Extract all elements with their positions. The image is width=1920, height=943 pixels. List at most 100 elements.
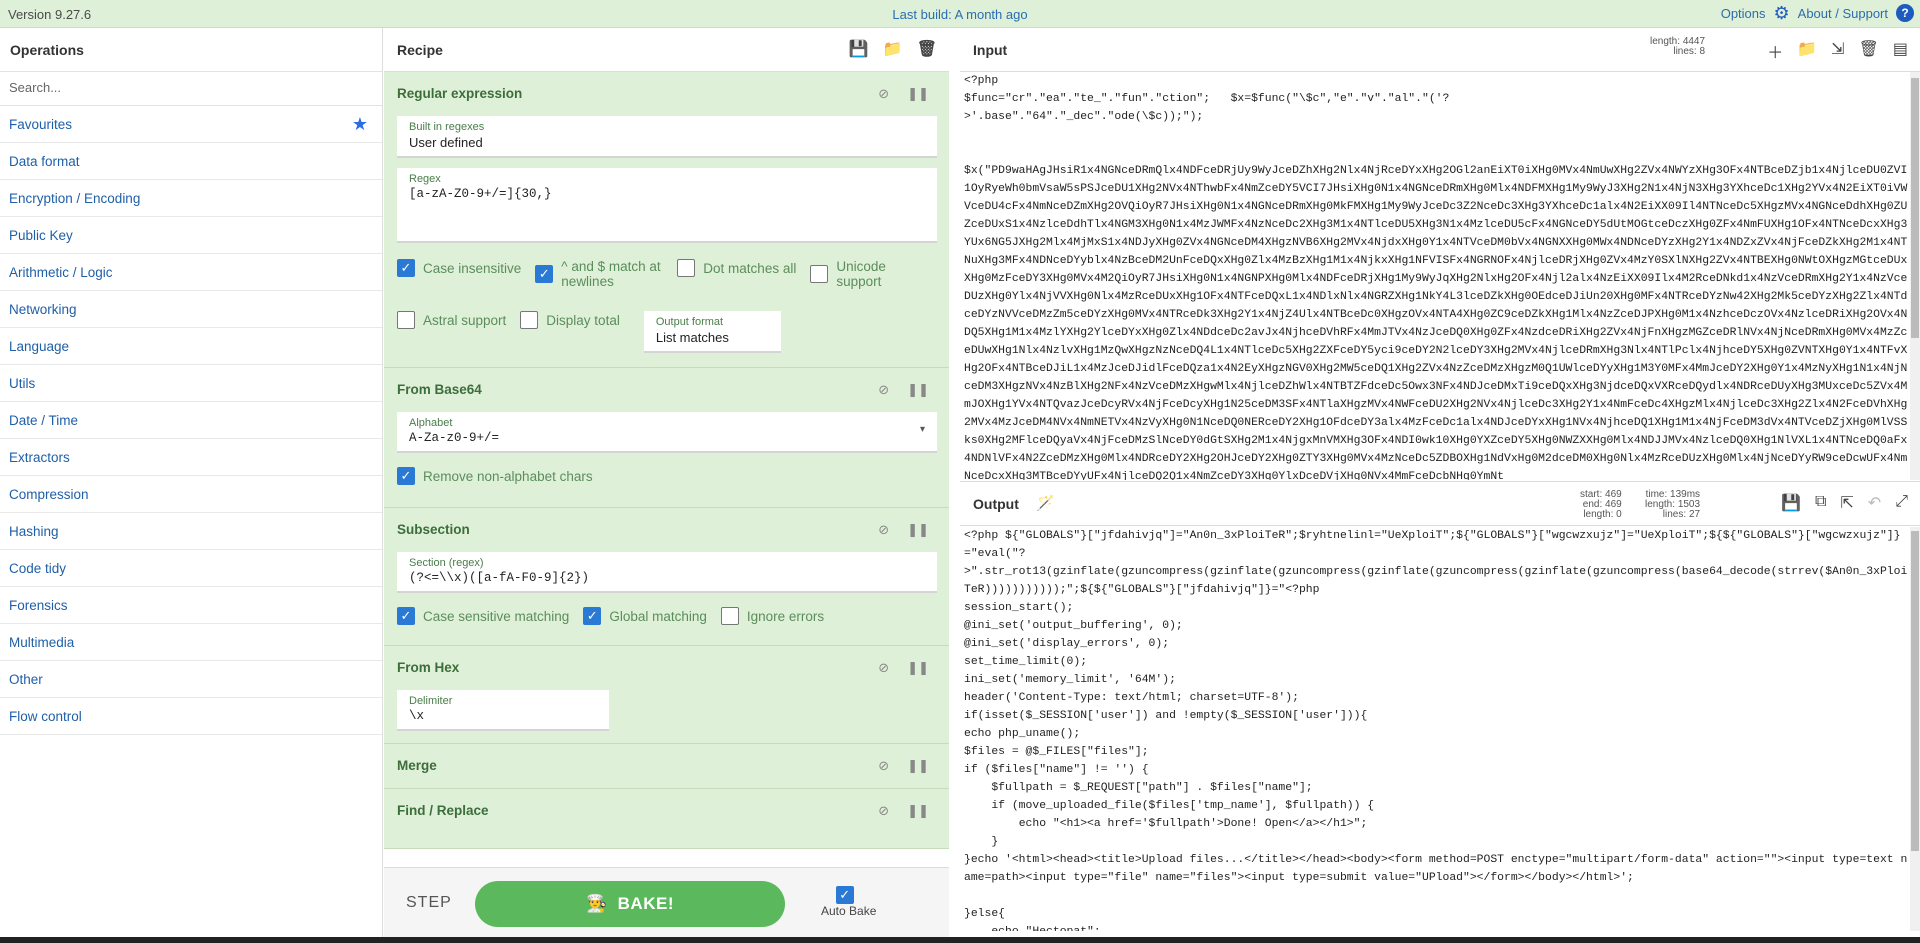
op-from-base64[interactable]: From Base64 ⊘ ❚❚ Alphabet A-Za-z0-9+/= ▾ …	[384, 368, 949, 508]
folder-icon[interactable]: 📁	[1797, 39, 1817, 63]
pause-icon[interactable]: ❚❚	[907, 86, 929, 102]
op-merge[interactable]: Merge ⊘ ❚❚	[384, 744, 949, 789]
checkbox-checked[interactable]: ✓	[397, 607, 415, 625]
builtin-regexes-select[interactable]: Built in regexes User defined	[397, 116, 937, 158]
op-title: Regular expression	[397, 86, 523, 101]
checkbox-checked[interactable]: ✓	[583, 607, 602, 625]
scrollbar-thumb[interactable]	[1911, 531, 1919, 851]
checkbox-row: ✓ Remove non-alphabet chars	[397, 467, 937, 501]
category-utils[interactable]: Utils	[0, 365, 382, 402]
replace-input-icon[interactable]: ⇱	[1840, 493, 1853, 513]
case-sensitive-checkbox[interactable]: ✓ Case sensitive matching	[397, 607, 569, 625]
case-insensitive-checkbox[interactable]: ✓ Case insensitive	[397, 259, 521, 277]
field-label: Regex	[409, 173, 441, 185]
category-flow-control[interactable]: Flow control	[0, 698, 382, 735]
gear-icon[interactable]: ⚙	[1774, 4, 1790, 22]
checkbox-unchecked[interactable]	[720, 607, 739, 625]
save-icon[interactable]: 💾	[1781, 493, 1801, 513]
category-multimedia[interactable]: Multimedia	[0, 624, 382, 661]
disable-icon[interactable]: ⊘	[878, 660, 889, 676]
output-format-select[interactable]: Output format List matches	[643, 311, 781, 353]
layout-icon[interactable]: ▤	[1893, 39, 1908, 63]
trash-icon[interactable]: 🗑	[1859, 39, 1879, 63]
op-subsection[interactable]: Subsection ⊘ ❚❚ Section (regex) (?<=\\x)(…	[384, 508, 949, 646]
category-networking[interactable]: Networking	[0, 291, 382, 328]
checkbox-unchecked[interactable]	[520, 311, 539, 329]
category-favourites[interactable]: Favourites ★	[0, 106, 382, 143]
output-textarea[interactable]: <?php ${"GLOBALS"}["jfdahivjq"]="An0n_3x…	[964, 527, 1908, 931]
category-forensics[interactable]: Forensics	[0, 587, 382, 624]
io-panel: Input length: 4447 lines: 8 ＋ 📁 ⇲ 🗑 ▤ <?…	[960, 28, 1920, 938]
category-public-key[interactable]: Public Key	[0, 217, 382, 254]
global-matching-checkbox[interactable]: ✓ Global matching	[583, 607, 707, 625]
pause-icon[interactable]: ❚❚	[907, 758, 929, 774]
category-code-tidy[interactable]: Code tidy	[0, 550, 382, 587]
checkbox-checked[interactable]: ✓	[397, 467, 415, 485]
save-icon[interactable]: 💾	[849, 39, 869, 59]
op-from-hex[interactable]: From Hex ⊘ ❚❚ Delimiter \x	[384, 646, 949, 744]
op-regular-expression[interactable]: Regular expression ⊘ ❚❚ Built in regexes …	[384, 72, 949, 368]
delimiter-field[interactable]: Delimiter \x	[397, 690, 609, 731]
multiline-checkbox[interactable]: ✓ ^ and $ match at newlines	[535, 259, 663, 289]
pause-icon[interactable]: ❚❚	[907, 660, 929, 676]
disable-icon[interactable]: ⊘	[878, 382, 889, 398]
op-find-replace[interactable]: Find / Replace ⊘ ❚❚	[384, 789, 949, 849]
disable-icon[interactable]: ⊘	[878, 803, 889, 819]
pause-icon[interactable]: ❚❚	[907, 803, 929, 819]
category-encryption-encoding[interactable]: Encryption / Encoding	[0, 180, 382, 217]
checkbox-checked[interactable]: ✓	[835, 886, 854, 904]
maximise-icon[interactable]: ⤢	[1895, 493, 1908, 513]
chevron-down-icon[interactable]: ▾	[920, 424, 925, 435]
input-scrollbar[interactable]	[1910, 72, 1920, 480]
file-import-icon[interactable]: ⇲	[1831, 39, 1844, 63]
dot-all-checkbox[interactable]: Dot matches all	[677, 259, 796, 277]
field-label: Delimiter	[409, 695, 453, 707]
options-link[interactable]: Options	[1721, 6, 1766, 21]
folder-icon[interactable]: 📁	[883, 39, 903, 59]
unicode-checkbox[interactable]: Unicode support	[810, 259, 902, 289]
category-compression[interactable]: Compression	[0, 476, 382, 513]
astral-checkbox[interactable]: Astral support	[397, 311, 506, 329]
step-button[interactable]: STEP	[406, 894, 452, 912]
plus-icon[interactable]: ＋	[1767, 39, 1783, 63]
help-icon[interactable]: ?	[1896, 4, 1914, 22]
checkbox-checked[interactable]: ✓	[535, 265, 554, 283]
auto-bake-checkbox[interactable]: ✓ Auto Bake	[821, 886, 876, 918]
checkbox-unchecked[interactable]	[397, 311, 415, 329]
category-extractors[interactable]: Extractors	[0, 439, 382, 476]
disable-icon[interactable]: ⊘	[878, 758, 889, 774]
checkbox-unchecked[interactable]	[677, 259, 696, 277]
pause-icon[interactable]: ❚❚	[907, 522, 929, 538]
scrollbar-thumb[interactable]	[1911, 78, 1919, 338]
output-scrollbar[interactable]	[1910, 527, 1920, 931]
category-language[interactable]: Language	[0, 328, 382, 365]
copy-icon[interactable]: ⧉	[1815, 493, 1826, 513]
checkbox-row: ✓ Case sensitive matching ✓ Global matchin…	[397, 607, 937, 641]
checkbox-checked[interactable]: ✓	[397, 259, 415, 277]
op-title: Find / Replace	[397, 803, 489, 818]
regex-field[interactable]: Regex [a-zA-Z0-9+/=]{30,}	[397, 168, 937, 243]
alphabet-select[interactable]: Alphabet A-Za-z0-9+/= ▾	[397, 412, 937, 453]
category-data-format[interactable]: Data format	[0, 143, 382, 180]
category-other[interactable]: Other	[0, 661, 382, 698]
trash-icon[interactable]: 🗑	[917, 39, 937, 59]
last-build-link[interactable]: Last build: A month ago	[0, 7, 1920, 22]
operations-search-input[interactable]: Search...	[0, 72, 382, 106]
display-total-checkbox[interactable]: Display total	[520, 311, 620, 329]
ignore-errors-checkbox[interactable]: Ignore errors	[720, 607, 824, 625]
bake-button[interactable]: 👨‍🍳 BAKE!	[475, 881, 785, 927]
pause-icon[interactable]: ❚❚	[907, 382, 929, 398]
checkbox-label: Astral support	[423, 312, 507, 328]
category-date-time[interactable]: Date / Time	[0, 402, 382, 439]
input-textarea[interactable]: <?php $func="cr"."ea"."te_"."fun"."ction…	[964, 72, 1908, 480]
disable-icon[interactable]: ⊘	[878, 86, 889, 102]
section-regex-field[interactable]: Section (regex) (?<=\\x)([a-fA-F0-9]{2})	[397, 552, 937, 593]
disable-icon[interactable]: ⊘	[878, 522, 889, 538]
category-arithmetic-logic[interactable]: Arithmetic / Logic	[0, 254, 382, 291]
checkbox-unchecked[interactable]	[810, 265, 829, 283]
about-support-link[interactable]: About / Support	[1798, 6, 1888, 21]
remove-nonalpha-checkbox[interactable]: ✓ Remove non-alphabet chars	[397, 467, 593, 485]
magic-wand-icon[interactable]: 🪄	[1036, 494, 1055, 512]
undo-icon[interactable]: ↶	[1868, 493, 1881, 513]
category-hashing[interactable]: Hashing	[0, 513, 382, 550]
